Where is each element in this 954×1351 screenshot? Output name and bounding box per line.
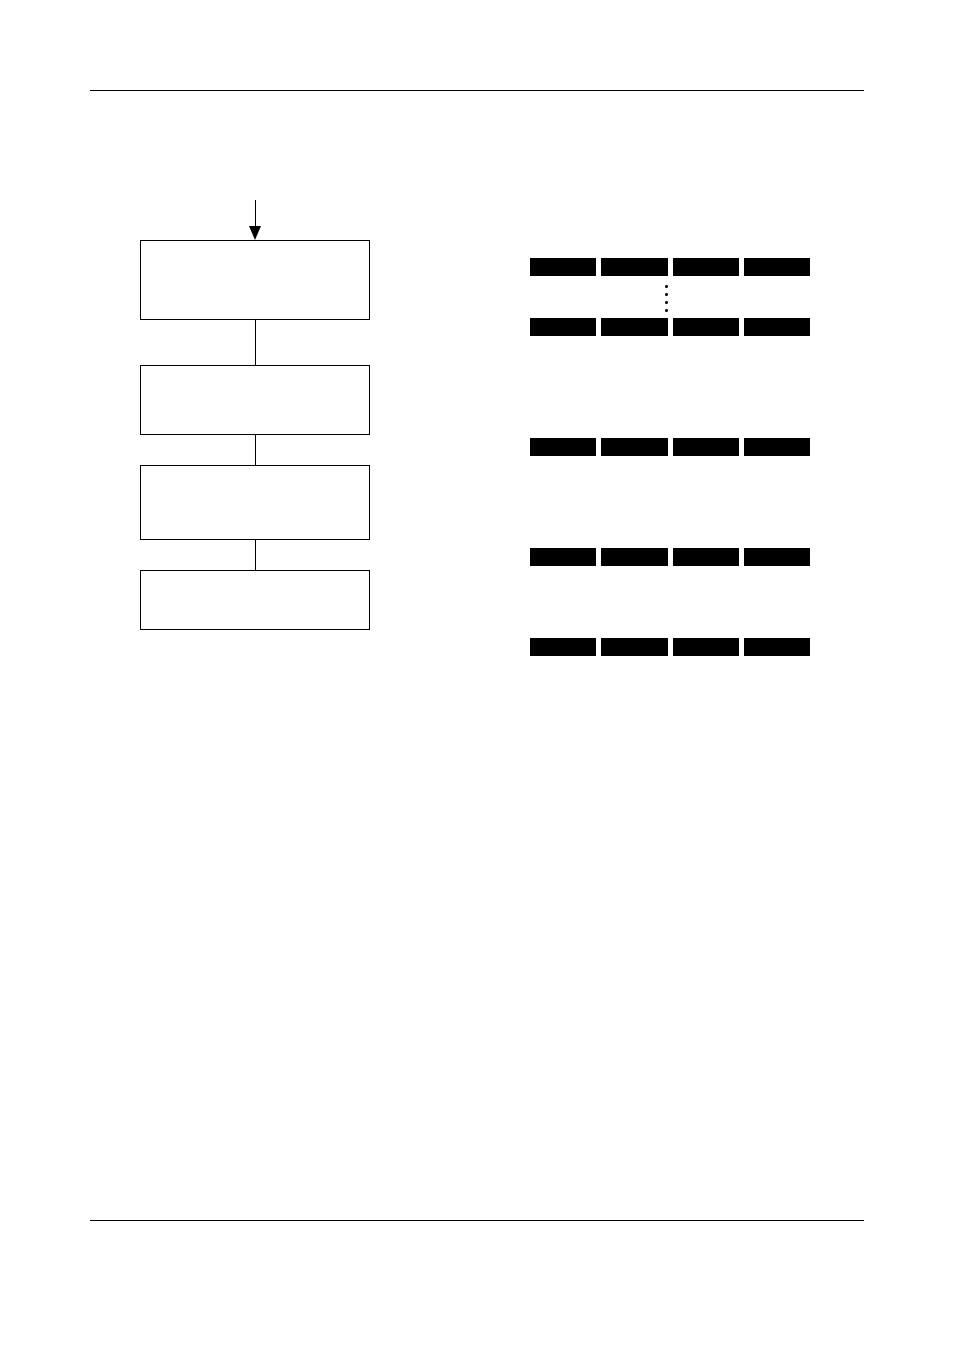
flow-connector-3 bbox=[255, 540, 256, 570]
arrow-down-icon bbox=[249, 226, 261, 240]
data-strip-3 bbox=[530, 548, 810, 566]
data-strip-group1-row2 bbox=[530, 318, 810, 336]
flow-connector-1 bbox=[255, 320, 256, 365]
data-cell bbox=[530, 318, 596, 336]
data-cell bbox=[744, 438, 810, 456]
data-cell bbox=[744, 318, 810, 336]
data-cell bbox=[673, 438, 739, 456]
data-cell bbox=[530, 638, 596, 656]
data-strip-group1-row1 bbox=[530, 258, 810, 276]
data-cell bbox=[744, 638, 810, 656]
data-cell bbox=[601, 548, 667, 566]
flow-box-2 bbox=[140, 365, 370, 435]
top-rule bbox=[90, 90, 864, 91]
vertical-ellipsis-icon bbox=[665, 285, 668, 312]
page bbox=[0, 0, 954, 1351]
data-cell bbox=[530, 438, 596, 456]
data-cell bbox=[673, 258, 739, 276]
data-cell bbox=[744, 258, 810, 276]
data-cell bbox=[744, 548, 810, 566]
data-strip-4 bbox=[530, 638, 810, 656]
flow-box-3 bbox=[140, 465, 370, 540]
data-cell bbox=[673, 318, 739, 336]
data-cell bbox=[673, 638, 739, 656]
data-cell bbox=[601, 318, 667, 336]
flow-connector-2 bbox=[255, 435, 256, 465]
data-cell bbox=[530, 548, 596, 566]
data-cell bbox=[601, 638, 667, 656]
data-cell bbox=[601, 438, 667, 456]
bottom-rule bbox=[90, 1220, 864, 1221]
flow-box-4 bbox=[140, 570, 370, 630]
data-cell bbox=[530, 258, 596, 276]
data-strip-2 bbox=[530, 438, 810, 456]
data-cell bbox=[673, 548, 739, 566]
data-cell bbox=[601, 258, 667, 276]
flow-box-1 bbox=[140, 240, 370, 320]
